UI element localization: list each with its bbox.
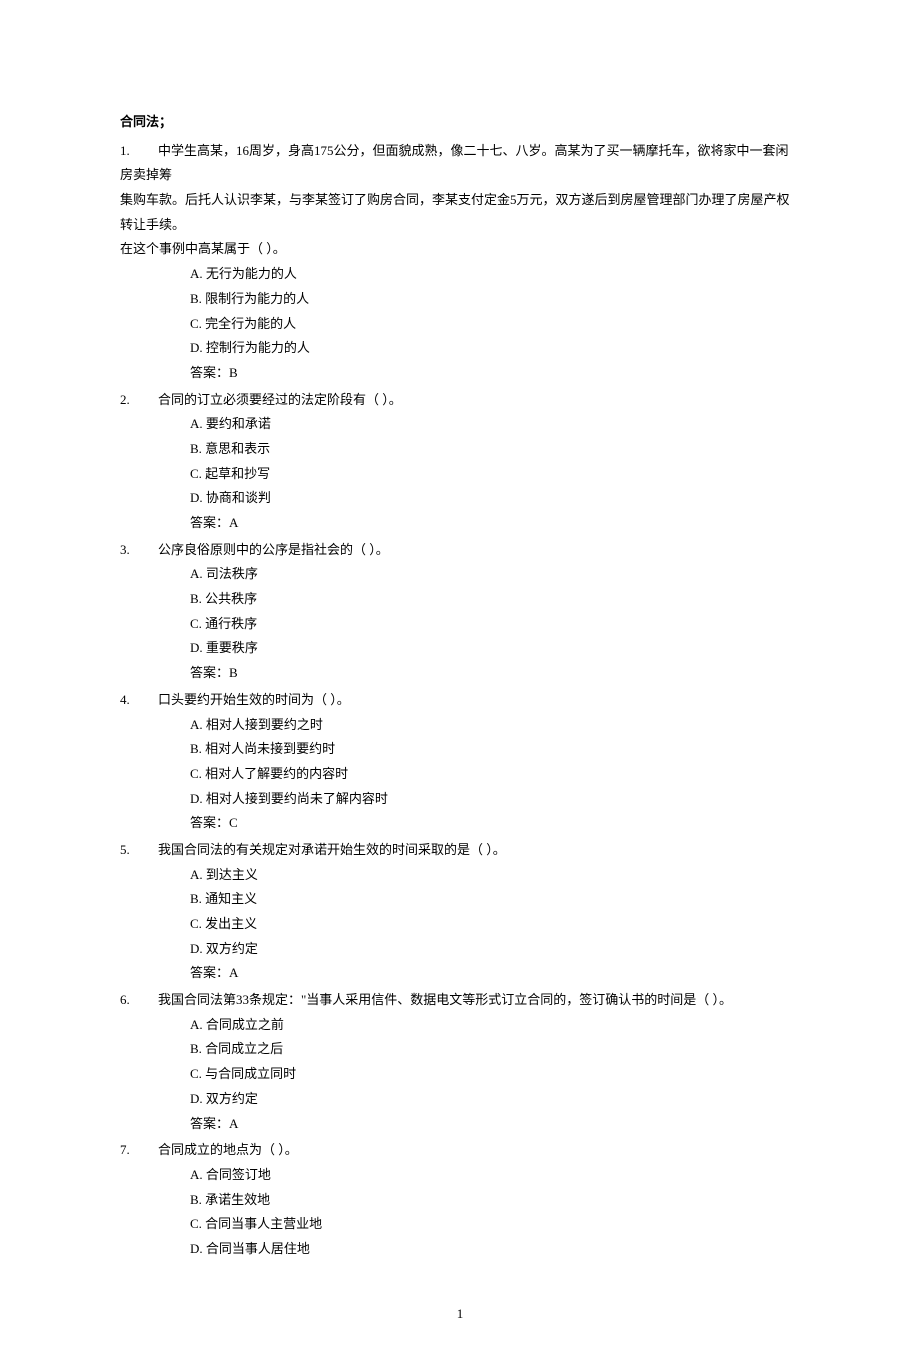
option-B: B. 相对人尚未接到要约时: [190, 737, 800, 762]
question-stem: 我国合同法第33条规定："当事人采用信件、数据电文等形式订立合同的，签订确认书的…: [158, 992, 732, 1007]
question-4: 4.口头要约开始生效的时间为（ ）。A. 相对人接到要约之时B. 相对人尚未接到…: [120, 688, 800, 836]
option-C: C. 起草和抄写: [190, 462, 800, 487]
option-B: B. 通知主义: [190, 887, 800, 912]
question-2: 2.合同的订立必须要经过的法定阶段有（ ）。A. 要约和承诺B. 意思和表示C.…: [120, 388, 800, 536]
question-stem-line: 1.中学生高某，16周岁，身高175公分，但面貌成熟，像二十七、八岁。高某为了买…: [120, 139, 800, 188]
option-A: A. 要约和承诺: [190, 412, 800, 437]
answer: 答案：A: [120, 511, 800, 536]
options-list: A. 无行为能力的人B. 限制行为能力的人C. 完全行为能的人D. 控制行为能力…: [120, 262, 800, 361]
options-list: A. 相对人接到要约之时B. 相对人尚未接到要约时C. 相对人了解要约的内容时D…: [120, 713, 800, 812]
question-stem: 合同的订立必须要经过的法定阶段有（ ）。: [158, 392, 402, 407]
option-D: D. 重要秩序: [190, 636, 800, 661]
question-stem: 口头要约开始生效的时间为（ ）。: [158, 692, 350, 707]
option-B: B. 限制行为能力的人: [190, 287, 800, 312]
question-5: 5.我国合同法的有关规定对承诺开始生效的时间采取的是（ ）。A. 到达主义B. …: [120, 838, 800, 986]
option-C: C. 发出主义: [190, 912, 800, 937]
options-list: A. 到达主义B. 通知主义C. 发出主义D. 双方约定: [120, 863, 800, 962]
question-number: 1.: [120, 139, 158, 164]
option-A: A. 司法秩序: [190, 562, 800, 587]
question-stem: 我国合同法的有关规定对承诺开始生效的时间采取的是（ ）。: [158, 842, 506, 857]
option-D: D. 合同当事人居住地: [190, 1237, 800, 1262]
option-D: D. 控制行为能力的人: [190, 336, 800, 361]
answer: 答案：C: [120, 811, 800, 836]
option-A: A. 到达主义: [190, 863, 800, 888]
question-stem: 合同成立的地点为（ ）。: [158, 1142, 298, 1157]
option-C: C. 与合同成立同时: [190, 1062, 800, 1087]
options-list: A. 要约和承诺B. 意思和表示C. 起草和抄写D. 协商和谈判: [120, 412, 800, 511]
question-number: 7.: [120, 1138, 158, 1163]
question-6: 6.我国合同法第33条规定："当事人采用信件、数据电文等形式订立合同的，签订确认…: [120, 988, 800, 1136]
question-stem-line: 4.口头要约开始生效的时间为（ ）。: [120, 688, 800, 713]
question-number: 6.: [120, 988, 158, 1013]
option-A: A. 相对人接到要约之时: [190, 713, 800, 738]
option-B: B. 合同成立之后: [190, 1037, 800, 1062]
answer: 答案：B: [120, 361, 800, 386]
options-list: A. 合同签订地B. 承诺生效地C. 合同当事人主营业地D. 合同当事人居住地: [120, 1163, 800, 1262]
question-1: 1.中学生高某，16周岁，身高175公分，但面貌成熟，像二十七、八岁。高某为了买…: [120, 139, 800, 386]
answer: 答案：A: [120, 961, 800, 986]
question-stem-line: 6.我国合同法第33条规定："当事人采用信件、数据电文等形式订立合同的，签订确认…: [120, 988, 800, 1013]
document-title: 合同法；: [120, 110, 800, 135]
option-A: A. 合同签订地: [190, 1163, 800, 1188]
question-stem-line: 7.合同成立的地点为（ ）。: [120, 1138, 800, 1163]
question-stem: 中学生高某，16周岁，身高175公分，但面貌成熟，像二十七、八岁。高某为了买一辆…: [120, 143, 789, 183]
question-number: 4.: [120, 688, 158, 713]
option-B: B. 公共秩序: [190, 587, 800, 612]
option-C: C. 完全行为能的人: [190, 312, 800, 337]
option-A: A. 无行为能力的人: [190, 262, 800, 287]
page-number: 1: [120, 1302, 800, 1327]
option-D: D. 双方约定: [190, 937, 800, 962]
question-stem-line: 在这个事例中高某属于（ ）。: [120, 237, 800, 262]
question-7: 7.合同成立的地点为（ ）。A. 合同签订地B. 承诺生效地C. 合同当事人主营…: [120, 1138, 800, 1261]
question-stem-line: 2.合同的订立必须要经过的法定阶段有（ ）。: [120, 388, 800, 413]
option-A: A. 合同成立之前: [190, 1013, 800, 1038]
option-D: D. 双方约定: [190, 1087, 800, 1112]
question-number: 3.: [120, 538, 158, 563]
option-C: C. 相对人了解要约的内容时: [190, 762, 800, 787]
options-list: A. 合同成立之前B. 合同成立之后C. 与合同成立同时D. 双方约定: [120, 1013, 800, 1112]
option-C: C. 合同当事人主营业地: [190, 1212, 800, 1237]
question-stem-line: 集购车款。后托人认识李某，与李某签订了购房合同，李某支付定金5万元，双方遂后到房…: [120, 188, 800, 237]
option-D: D. 协商和谈判: [190, 486, 800, 511]
option-C: C. 通行秩序: [190, 612, 800, 637]
question-stem-line: 5.我国合同法的有关规定对承诺开始生效的时间采取的是（ ）。: [120, 838, 800, 863]
options-list: A. 司法秩序B. 公共秩序C. 通行秩序D. 重要秩序: [120, 562, 800, 661]
questions-list: 1.中学生高某，16周岁，身高175公分，但面貌成熟，像二十七、八岁。高某为了买…: [120, 139, 800, 1262]
question-stem-line: 3.公序良俗原则中的公序是指社会的（ ）。: [120, 538, 800, 563]
option-D: D. 相对人接到要约尚未了解内容时: [190, 787, 800, 812]
question-stem: 公序良俗原则中的公序是指社会的（ ）。: [158, 542, 389, 557]
question-number: 5.: [120, 838, 158, 863]
option-B: B. 承诺生效地: [190, 1188, 800, 1213]
question-number: 2.: [120, 388, 158, 413]
answer: 答案：A: [120, 1112, 800, 1137]
question-3: 3.公序良俗原则中的公序是指社会的（ ）。A. 司法秩序B. 公共秩序C. 通行…: [120, 538, 800, 686]
option-B: B. 意思和表示: [190, 437, 800, 462]
answer: 答案：B: [120, 661, 800, 686]
